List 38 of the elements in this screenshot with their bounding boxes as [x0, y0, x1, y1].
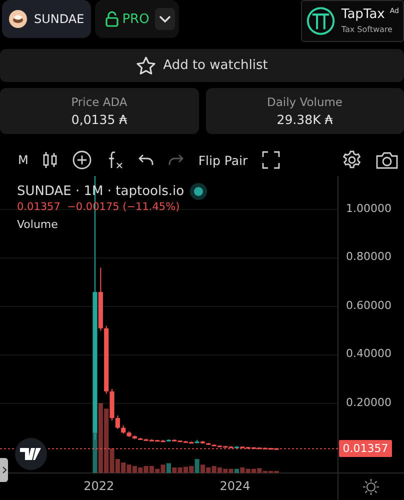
stat-value: 0,0135 ₳	[71, 112, 128, 127]
settings-icon[interactable]	[342, 150, 362, 170]
axis-label: 0.20000	[346, 396, 392, 408]
axis-label: 2022	[84, 479, 114, 493]
ad-title: TapTax	[341, 6, 385, 22]
add-indicator-icon[interactable]	[72, 150, 92, 170]
axis-label: 0.40000	[346, 347, 392, 360]
axis-label: 0.80000	[346, 250, 392, 263]
dropdown-button[interactable]	[155, 8, 176, 30]
status-dot	[194, 187, 204, 196]
pro-button[interactable]: PRO	[105, 11, 150, 27]
lock-icon	[105, 11, 120, 27]
axis-label: 2024	[220, 479, 250, 493]
stat-label: Price ADA	[71, 95, 128, 109]
camera-icon[interactable]	[376, 151, 398, 169]
fullscreen-icon[interactable]	[262, 151, 280, 169]
chevron-down-icon	[159, 15, 172, 23]
axis-label: 0.60000	[346, 298, 392, 312]
axis-label: 1.00000	[346, 202, 392, 214]
undo-icon[interactable]	[138, 153, 154, 167]
star-icon	[136, 56, 156, 76]
volume-label: Volume	[17, 218, 59, 231]
stat-value: 29.38K ₳	[276, 112, 333, 127]
flip-pair-button[interactable]: Flip Pair	[198, 152, 248, 168]
candlestick-icon[interactable]	[42, 150, 58, 170]
stat-label: Daily Volume	[266, 95, 343, 109]
ad-subtitle: Tax Software	[341, 24, 394, 36]
interval-button[interactable]: M	[18, 153, 28, 167]
token-button[interactable]: SUNDAE	[2, 0, 92, 38]
auto-scale-icon[interactable]	[363, 479, 379, 495]
price-tag: 0.01357	[339, 440, 392, 457]
ad-logo-icon	[306, 5, 336, 37]
token-icon	[9, 10, 27, 28]
expand-tab[interactable]	[0, 458, 8, 482]
function-icon[interactable]	[106, 150, 124, 170]
watchlist-button[interactable]: Add to watchlist	[0, 49, 404, 82]
chevron-right-icon	[2, 466, 6, 474]
chart-logo-icon	[15, 438, 47, 470]
